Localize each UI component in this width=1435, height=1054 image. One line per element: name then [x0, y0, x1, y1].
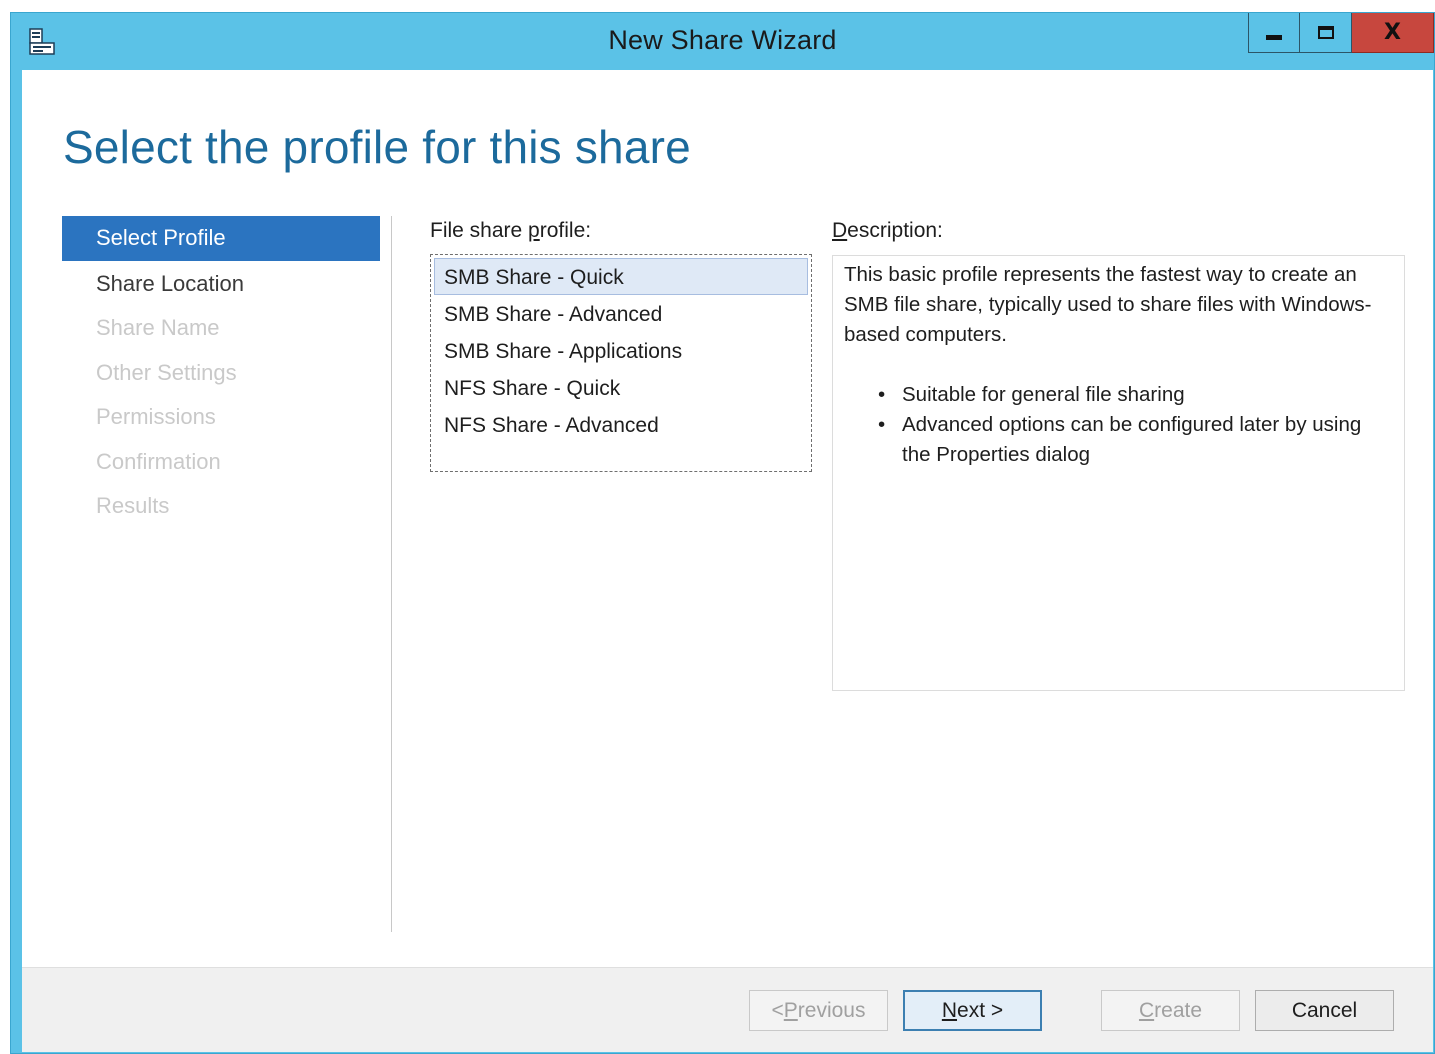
description-box: This basic profile represents the fastes…: [832, 255, 1405, 691]
wizard-footer: < Previous Next > Create Cancel: [22, 967, 1433, 1052]
description-bullets: Suitable for general file sharing Advanc…: [844, 380, 1392, 470]
next-button[interactable]: Next >: [903, 990, 1042, 1031]
step-select-profile[interactable]: Select Profile: [62, 216, 380, 261]
file-share-profile-label: File share profile:: [430, 219, 592, 242]
wizard-steps: Select Profile Share Location Share Name…: [62, 216, 380, 529]
minimize-icon: [1266, 35, 1282, 40]
page-title: Select the profile for this share: [63, 121, 691, 173]
window-controls: X: [1248, 13, 1434, 53]
profile-item-nfs-advanced[interactable]: NFS Share - Advanced: [434, 406, 808, 443]
profile-item-nfs-quick[interactable]: NFS Share - Quick: [434, 369, 808, 406]
cancel-button[interactable]: Cancel: [1255, 990, 1394, 1031]
description-bullet: Advanced options can be configured later…: [878, 410, 1392, 470]
step-other-settings: Other Settings: [96, 359, 237, 385]
description-text: This basic profile represents the fastes…: [844, 263, 1372, 346]
profile-item-smb-quick[interactable]: SMB Share - Quick: [434, 258, 808, 295]
title-bar[interactable]: New Share Wizard X: [11, 13, 1434, 69]
window-title: New Share Wizard: [608, 25, 837, 55]
step-share-location[interactable]: Share Location: [62, 262, 380, 306]
file-share-profile-list[interactable]: SMB Share - Quick SMB Share - Advanced S…: [430, 254, 812, 472]
step-share-name: Share Name: [96, 315, 220, 340]
maximize-icon: [1317, 26, 1334, 39]
description-label: Description:: [832, 219, 943, 242]
close-icon: X: [1384, 20, 1401, 45]
step-results: Results: [96, 493, 170, 518]
close-button[interactable]: X: [1352, 13, 1434, 53]
wizard-client-area: Select the profile for this share Select…: [22, 70, 1433, 1052]
minimize-button[interactable]: [1248, 13, 1300, 53]
steps-divider: [391, 216, 392, 932]
profile-item-smb-applications[interactable]: SMB Share - Applications: [434, 332, 808, 369]
previous-button[interactable]: < Previous: [749, 990, 888, 1031]
profile-item-smb-advanced[interactable]: SMB Share - Advanced: [434, 295, 808, 332]
step-permissions: Permissions: [96, 404, 216, 429]
description-bullet: Suitable for general file sharing: [878, 380, 1392, 410]
wizard-window: New Share Wizard X Select the profile fo…: [10, 12, 1435, 1054]
step-confirmation: Confirmation: [96, 448, 221, 474]
maximize-button[interactable]: [1300, 13, 1352, 53]
create-button[interactable]: Create: [1101, 990, 1240, 1031]
